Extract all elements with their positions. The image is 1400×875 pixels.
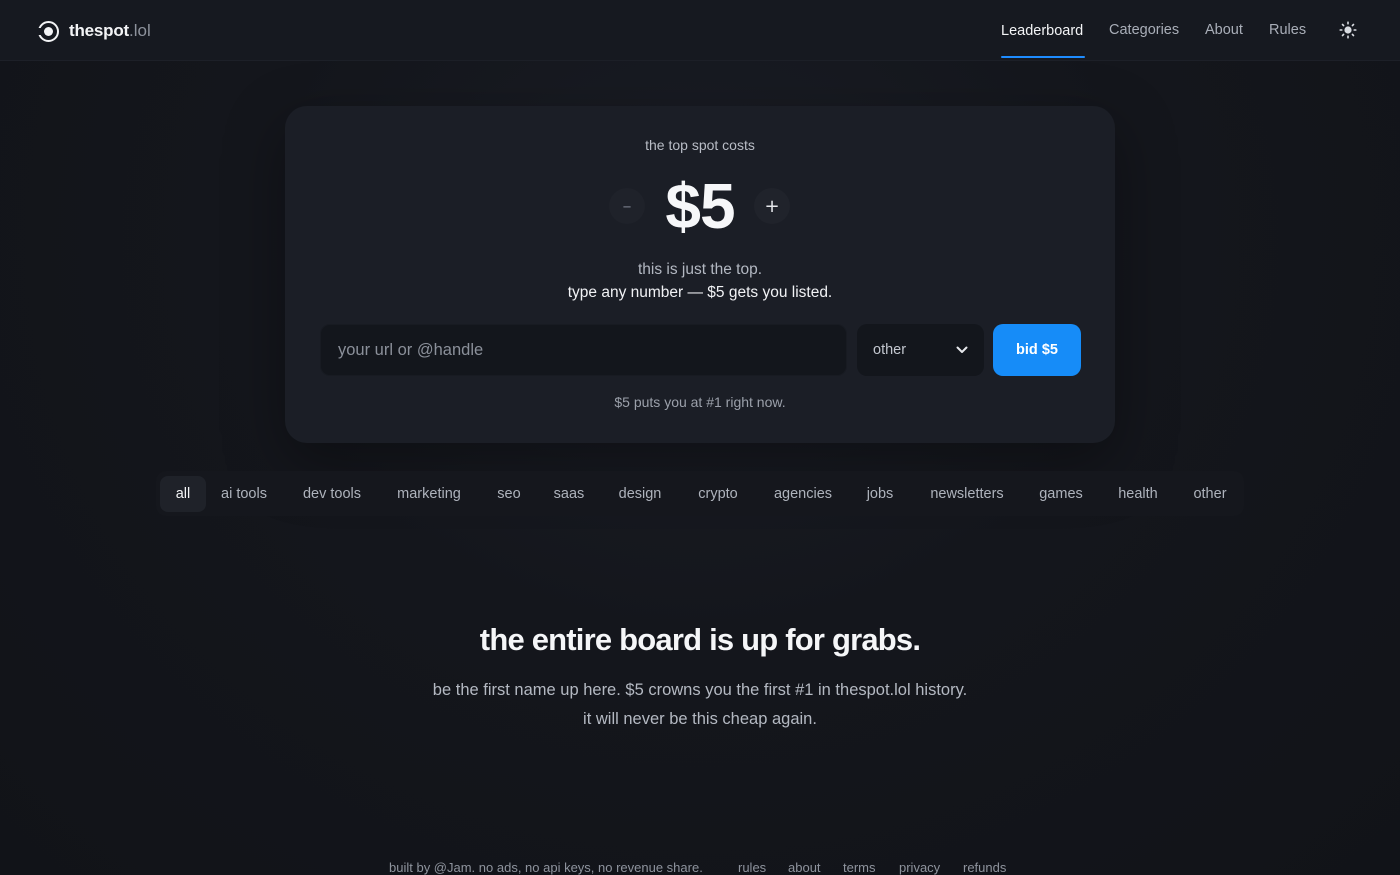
footer-link-privacy[interactable]: privacy [899,860,940,875]
footer-link-about[interactable]: about [788,860,821,875]
filter-dev-tools[interactable]: dev tools [294,476,370,512]
filter-seo[interactable]: seo [491,476,527,512]
price-subtext: this is just the top. [637,261,763,278]
filter-all[interactable]: all [160,476,206,512]
empty-state-subtext: it will never be this cheap again. [583,710,817,728]
filter-saas[interactable]: saas [547,476,591,512]
footer: built by @Jam. no ads, no api keys, no r… [0,860,1400,875]
empty-state-text: be the first name up here. $5 crowns you… [432,681,968,699]
filter-design[interactable]: design [611,476,669,512]
filter-health[interactable]: health [1109,476,1167,512]
filter-marketing[interactable]: marketing [389,476,469,512]
filter-jobs[interactable]: jobs [859,476,901,512]
price-kicker: the top spot costs [645,137,755,153]
main-nav: Leaderboard Categories About Rules [0,0,1400,61]
increase-price-button[interactable]: + [754,188,790,224]
nav-active-indicator [1001,56,1085,58]
filter-newsletters[interactable]: newsletters [920,476,1014,512]
price-instructions: type any number — $5 gets you listed. [567,284,833,301]
bid-button[interactable]: bid $5 [993,324,1081,376]
filter-crypto[interactable]: crypto [689,476,747,512]
category-select-value: other [873,342,907,358]
filter-ai-tools[interactable]: ai tools [212,476,276,512]
bid-hint: $5 puts you at #1 right now. [614,394,786,410]
category-select[interactable]: other [857,324,984,376]
top-spot-price: $5 [665,170,735,242]
filter-games[interactable]: games [1033,476,1089,512]
price-row: – $5 + [0,168,1400,248]
filter-agencies[interactable]: agencies [767,476,839,512]
filter-other[interactable]: other [1186,476,1234,512]
footer-link-rules[interactable]: rules [738,860,766,875]
url-handle-input[interactable] [320,324,847,376]
footer-link-terms[interactable]: terms [843,860,876,875]
nav-categories[interactable]: Categories [1109,0,1179,61]
footer-link-refunds[interactable]: refunds [963,860,1006,875]
theme-toggle-button[interactable] [1338,20,1358,40]
chevron-down-icon [956,346,968,353]
nav-about[interactable]: About [1205,0,1243,61]
footer-credit: built by @Jam. no ads, no api keys, no r… [389,860,703,875]
sun-icon [1339,21,1357,39]
top-navbar: thespot .lol Leaderboard Categories Abou… [0,0,1400,61]
nav-rules[interactable]: Rules [1269,0,1306,61]
category-filter-bar: all ai tools dev tools marketing seo saa… [156,471,1244,516]
empty-state-title: the entire board is up for grabs. [479,622,921,657]
